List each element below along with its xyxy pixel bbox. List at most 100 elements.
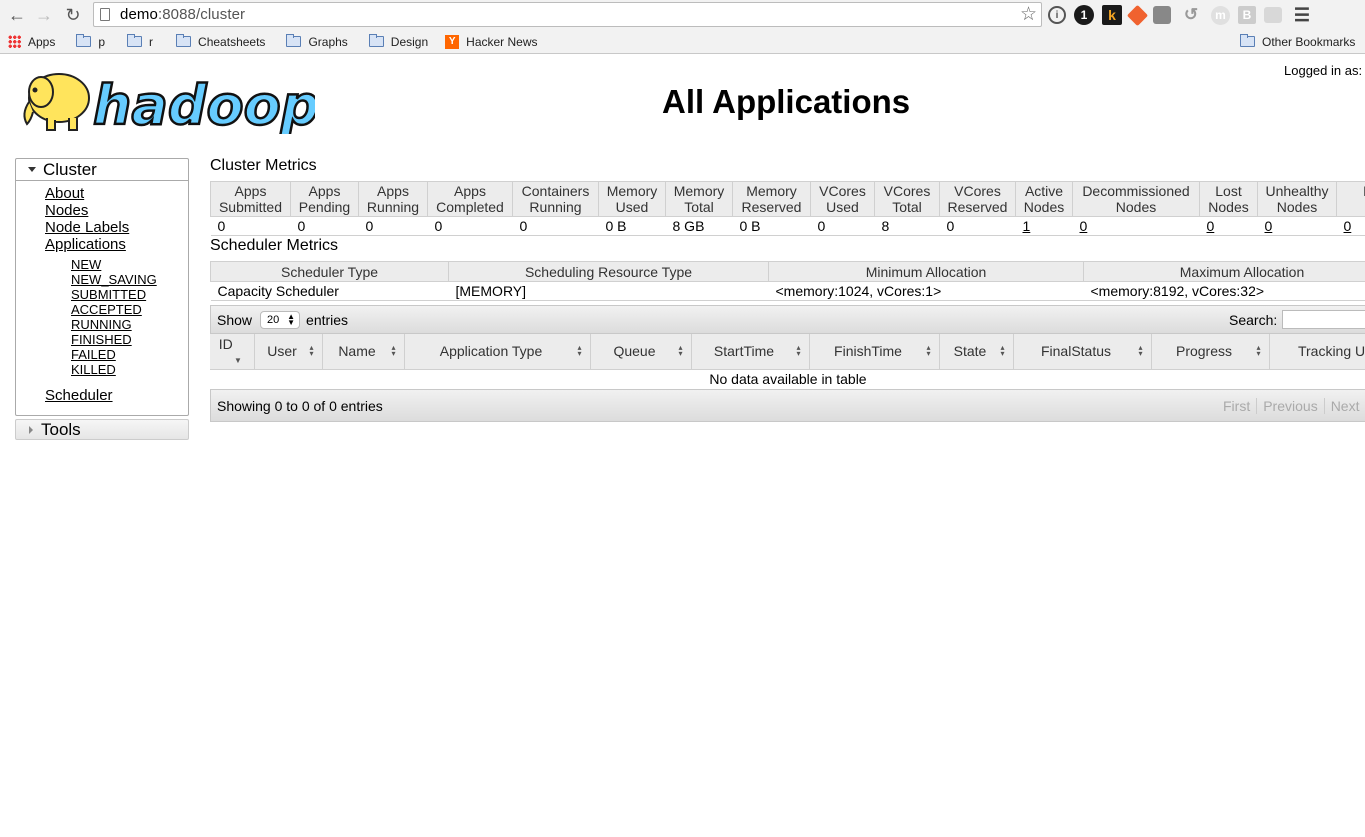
col-queue[interactable]: Queue ▴ ▾ [590,334,692,370]
camera-extension-icon[interactable] [1264,7,1282,23]
sort-icon: ▴ ▾ [926,343,931,358]
address-bar[interactable]: demo:8088/cluster ☆ [93,2,1042,27]
state-link-new[interactable]: NEW [71,257,101,272]
page-length-select[interactable]: 20 ▲ ▼ [260,310,301,329]
pager-next-button[interactable]: Next [1323,398,1365,414]
metric-value-vcores-used: 0 [810,216,875,236]
metric-header-vcores-reserved: VCores Reserved [939,181,1016,217]
state-link-running[interactable]: RUNNING [71,317,132,332]
col-id[interactable]: ID ▼ [210,334,255,370]
caret-down-icon [28,167,36,172]
bookmark-folder-p[interactable]: p [76,34,105,49]
col-name[interactable]: Name ▴ ▾ [322,334,405,370]
sort-icon: ▴ ▾ [309,343,314,358]
show-label: Show [217,311,253,328]
metric-header-memory-total: Memory Total [665,181,733,217]
m-extension-icon[interactable]: m [1211,5,1230,25]
sidebar-link-about[interactable]: About [45,185,84,202]
state-link-finished[interactable]: FINISHED [71,332,132,347]
page-title: All Applications [662,83,911,120]
folder-icon [76,34,92,47]
metric-header-rebooted-nodes: RebootedNodes [1336,181,1365,217]
back-icon[interactable]: ← [4,2,30,28]
metric-link-lost-nodes[interactable]: 0 [1207,218,1215,234]
b-extension-icon[interactable]: B [1238,6,1256,24]
resource-type-value: [MEMORY] [448,281,769,301]
state-link-new-saving[interactable]: NEW_SAVING [71,272,157,287]
sidebar-link-node-labels[interactable]: Node Labels [45,219,129,236]
cluster-header[interactable]: Cluster [16,159,188,181]
hadoop-logo: hadoop [17,62,321,138]
pager-first-button[interactable]: First [1217,398,1256,414]
sidebar: Cluster About Nodes Node Labels Applicat… [15,158,189,440]
folder-icon [176,34,192,47]
bookmark-folder-cheatsheets[interactable]: Cheatsheets [176,34,265,49]
state-link-submitted[interactable]: SUBMITTED [71,287,146,302]
metric-value-apps-submitted: 0 [210,216,291,236]
sidebar-link-scheduler[interactable]: Scheduler [45,387,113,404]
reload-icon[interactable]: ↻ [60,2,86,28]
git-extension-icon[interactable] [1126,4,1149,26]
metric-link-rebooted-nodes[interactable]: 0 [1344,218,1352,234]
sort-icon: ▴ ▾ [796,343,801,358]
state-link-accepted[interactable]: ACCEPTED [71,302,142,317]
col-finalstatus[interactable]: FinalStatus ▴ ▾ [1013,334,1152,370]
metric-value-decommissioned-nodes: 0 [1072,216,1200,236]
hacker-news-icon: Y [445,34,460,49]
bookmark-apps[interactable]: Apps [8,35,55,49]
metric-value-rebooted-nodes: 0 [1336,216,1365,236]
sort-icon: ▴ ▾ [1138,343,1143,358]
bookmark-star-icon[interactable]: ☆ [1020,3,1037,26]
caret-right-icon [29,425,33,434]
col-application-type[interactable]: Application Type ▴ ▾ [404,334,591,370]
pager-previous-button[interactable]: Previous [1256,398,1323,414]
bookmark-other[interactable]: Other Bookmarks [1240,34,1355,49]
onepassword-extension-icon[interactable]: 1 [1074,5,1094,25]
folder-icon [286,34,302,47]
metric-header-apps-running: Apps Running [358,181,428,217]
sidebar-link-nodes[interactable]: Nodes [45,202,88,219]
search-input[interactable] [1282,310,1365,329]
info-extension-icon[interactable]: i [1048,6,1066,24]
col-scheduler-type: Scheduler Type [210,261,449,282]
metric-value-unhealthy-nodes: 0 [1257,216,1337,236]
cluster-panel: Cluster About Nodes Node Labels Applicat… [15,158,189,416]
bookmark-folder-graphs[interactable]: Graphs [286,34,348,49]
state-link-killed[interactable]: KILLED [71,362,116,377]
metric-value-vcores-reserved: 0 [939,216,1016,236]
history-extension-icon[interactable]: ↺ [1179,3,1203,27]
metric-header-unhealthy-nodes: Unhealthy Nodes [1257,181,1337,217]
forward-icon[interactable]: → [31,2,57,28]
col-starttime[interactable]: StartTime ▴ ▾ [691,334,810,370]
metric-header-active-nodes: Active Nodes [1015,181,1073,217]
metric-link-active-nodes[interactable]: 1 [1023,218,1031,234]
table-row: Capacity Scheduler [MEMORY] <memory:1024… [210,281,1365,301]
table-row: No data available in table [210,369,1365,390]
sort-icon: ▴ ▾ [391,343,396,358]
col-tracking-ui[interactable]: Tracking UI▴▾ [1269,334,1365,370]
state-link-failed[interactable]: FAILED [71,347,116,362]
sidebar-link-applications[interactable]: Applications [45,236,126,253]
menu-icon[interactable]: ☰ [1290,3,1314,27]
metric-header-containers-running: Containers Running [512,181,599,217]
col-user[interactable]: User ▴ ▾ [254,334,323,370]
bookmarks-bar: Apps p r Cheatsheets Graphs Design Y Hac… [0,30,1365,54]
empty-table-message: No data available in table [210,369,1365,390]
pocket-extension-icon[interactable] [1153,6,1171,24]
applications-table: ID ▼ User ▴ ▾ Name ▴ ▾ Application Type ▴ ▾ Queue ▴ ▾… [210,334,1365,390]
k-extension-icon[interactable]: k [1102,5,1122,25]
folder-icon [127,34,143,47]
bookmark-folder-design[interactable]: Design [368,34,428,49]
tools-header[interactable]: Tools [15,419,189,440]
folder-icon [1240,34,1255,47]
bookmark-hacker-news[interactable]: Y Hacker News [445,34,538,49]
col-finishtime[interactable]: FinishTime ▴ ▾ [809,334,940,370]
metric-value-apps-completed: 0 [427,216,513,236]
metric-link-decommissioned-nodes[interactable]: 0 [1080,218,1088,234]
bookmark-folder-r[interactable]: r [127,34,153,49]
sort-icon: ▴ ▾ [1256,343,1261,358]
metric-link-unhealthy-nodes[interactable]: 0 [1265,218,1273,234]
svg-text:hadoop: hadoop [93,74,315,134]
col-progress[interactable]: Progress ▴ ▾ [1151,334,1270,370]
col-state[interactable]: State ▴ ▾ [939,334,1014,370]
